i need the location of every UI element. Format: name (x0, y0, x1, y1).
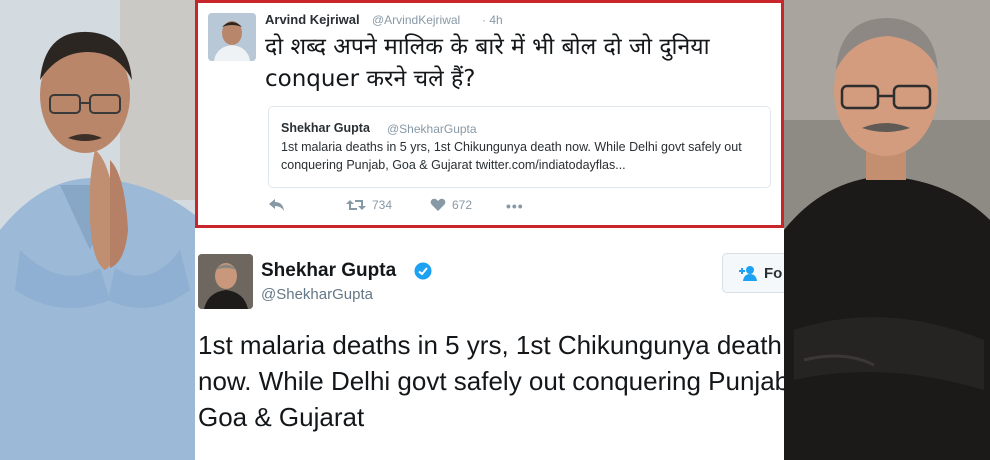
author-avatar[interactable] (208, 13, 256, 61)
more-button[interactable]: ••• (506, 198, 524, 214)
reply-button[interactable] (268, 198, 286, 212)
quoted-author-name: Shekhar Gupta (281, 121, 370, 135)
photo-right-person (784, 0, 990, 460)
right-person-illustration (784, 0, 990, 460)
retweet-count: 734 (372, 198, 393, 212)
retweet-button[interactable]: 734 (346, 198, 392, 212)
add-user-icon (739, 266, 757, 281)
verified-badge-icon (414, 262, 432, 280)
original-tweet-card[interactable]: Shekhar Gupta @ShekharGupta Fo 1st malar… (195, 232, 796, 460)
tweet-actions: 734 672 ••• (268, 198, 568, 218)
like-button[interactable]: 672 (430, 198, 472, 212)
reply-icon (269, 199, 284, 211)
quote-tweet-card[interactable]: Arvind Kejriwal @ArvindKejriwal · 4h दो … (195, 0, 784, 228)
follow-button[interactable]: Fo (722, 253, 792, 293)
quoted-tweet[interactable]: Shekhar Gupta @ShekharGupta 1st malaria … (268, 106, 771, 188)
quoted-author-handle: @ShekharGupta (387, 122, 477, 136)
like-count: 672 (452, 198, 473, 212)
avatar-image (208, 13, 256, 61)
author-name[interactable]: Arvind Kejriwal (265, 12, 360, 27)
tweet-text: 1st malaria deaths in 5 yrs, 1st Chikung… (198, 330, 797, 432)
author-handle[interactable]: @ShekharGupta (261, 286, 373, 303)
photo-left-person (0, 0, 195, 460)
quoted-tweet-text: 1st malaria deaths in 5 yrs, 1st Chikung… (281, 140, 742, 172)
tweet-timestamp[interactable]: · 4h (482, 13, 503, 27)
author-handle[interactable]: @ArvindKejriwal (372, 13, 460, 27)
tweet-text: दो शब्द अपने मालिक के बारे में भी बोल दो… (265, 34, 710, 92)
avatar-image (198, 254, 253, 309)
follow-label: Fo (764, 264, 783, 282)
left-person-illustration (0, 0, 195, 460)
author-avatar[interactable] (198, 254, 253, 309)
more-icon: ••• (506, 198, 524, 214)
heart-icon (430, 198, 446, 211)
retweet-icon (346, 200, 366, 210)
author-name[interactable]: Shekhar Gupta (261, 260, 396, 282)
